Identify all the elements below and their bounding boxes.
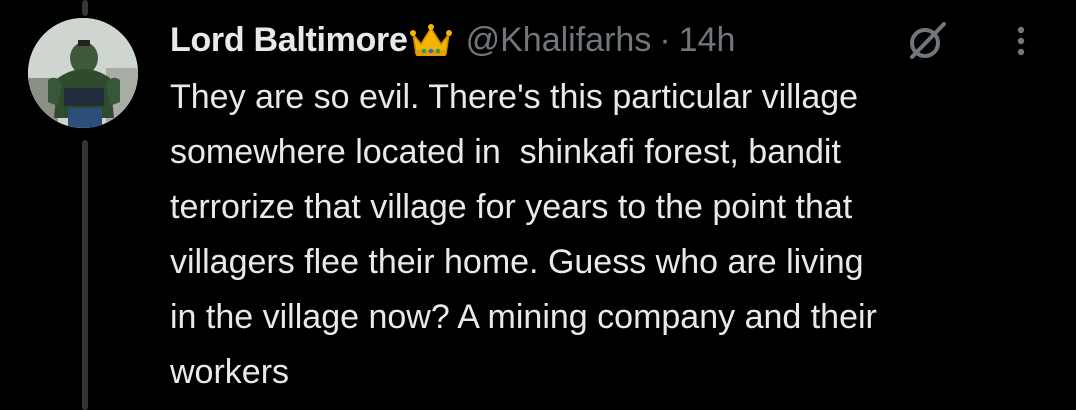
- thread-connector-top: [82, 0, 88, 16]
- avatar[interactable]: [28, 18, 138, 128]
- author-handle[interactable]: @Khalifarhs: [466, 21, 652, 60]
- tweet-timestamp[interactable]: 14h: [679, 21, 736, 60]
- avatar-image: [28, 18, 138, 128]
- vertical-ellipsis-icon[interactable]: [1010, 18, 1032, 64]
- crown-icon: [409, 24, 452, 56]
- tweet-header: Lord Baltimore @Khalifarhs · 14h: [170, 18, 735, 62]
- header-separator: ·: [659, 20, 671, 59]
- slashed-circle-icon[interactable]: [904, 18, 950, 64]
- thread-connector-bottom: [82, 140, 88, 410]
- tweet-text: They are so evil. There's this particula…: [170, 78, 877, 391]
- author-display-name[interactable]: Lord Baltimore: [170, 21, 408, 60]
